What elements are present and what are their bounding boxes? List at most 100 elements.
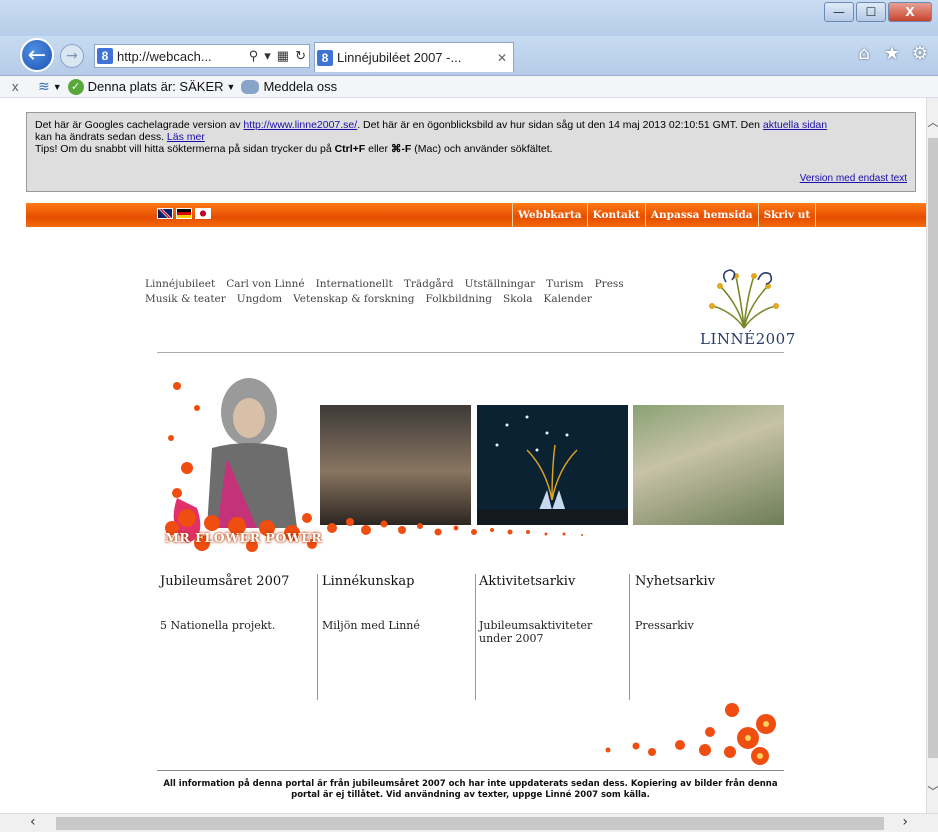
nav-linnejubileet[interactable]: Linnéjubileet — [145, 278, 215, 290]
girl-with-lamb-photo — [633, 405, 784, 525]
chevron-right-icon[interactable]: › — [902, 814, 908, 830]
orange-header-band: Webbkarta Kontakt Anpassa hemsida Skriv … — [26, 203, 926, 227]
nav-vetenskap[interactable]: Vetenskap & forskning — [293, 293, 414, 305]
star-icon[interactable]: ★ — [882, 44, 902, 64]
page-viewport: Det här är Googles cachelagrade version … — [0, 98, 926, 813]
close-button[interactable]: X — [888, 2, 932, 22]
shortcut-key: ⌘-F — [390, 143, 412, 155]
museum-display-photo — [320, 405, 471, 525]
people-icon — [241, 79, 260, 94]
fireworks-photo — [477, 405, 628, 525]
nav-kalender[interactable]: Kalender — [544, 293, 592, 305]
nav-ungdom[interactable]: Ungdom — [237, 293, 282, 305]
tab-active[interactable]: 8 Linnéjubiléet 2007 -... ✕ — [314, 42, 514, 72]
column-link[interactable]: Pressarkiv — [635, 619, 783, 632]
read-more-link[interactable]: Läs mer — [167, 131, 205, 143]
nav-row-1: Linnéjubileet Carl von Linné Internationel… — [145, 277, 665, 292]
gear-icon[interactable]: ⚙ — [910, 44, 930, 64]
chevron-up-icon[interactable]: ︿ — [927, 114, 938, 130]
back-button[interactable]: ← — [20, 38, 54, 72]
current-page-link[interactable]: aktuella sidan — [763, 119, 827, 131]
google-favicon-icon: 8 — [97, 48, 113, 64]
top-link-sitemap[interactable]: Webbkarta — [512, 203, 587, 227]
nav-carl-von-linne[interactable]: Carl von Linné — [226, 278, 304, 290]
top-link-print[interactable]: Skriv ut — [757, 203, 817, 227]
nav-skola[interactable]: Skola — [503, 293, 533, 305]
hero-banner[interactable]: MR FLOWER POWER — [157, 368, 784, 562]
minimize-button[interactable]: — — [824, 2, 854, 22]
top-links: Webbkarta Kontakt Anpassa hemsida Skriv … — [512, 203, 817, 227]
google-favicon-icon: 8 — [317, 49, 333, 66]
text-only-version-link[interactable]: Version med endast text — [800, 173, 907, 185]
vertical-scrollbar[interactable]: ︿ ﹀ — [926, 98, 938, 813]
chevron-down-icon[interactable]: ▼ — [227, 82, 236, 92]
column-nyhetsarkiv: Nyhetsarkiv Pressarkiv — [635, 574, 783, 700]
flower-trail-icon — [327, 518, 583, 536]
tips-text: (Mac) och använder sökfältet. — [411, 143, 553, 155]
nav-turism[interactable]: Turism — [546, 278, 584, 290]
section-columns: Jubileumsåret 2007 5 Nationella projekt.… — [157, 574, 784, 700]
refresh-icon[interactable]: ↻ — [295, 48, 306, 64]
footer-divider — [157, 770, 784, 771]
uk-flag-icon[interactable] — [157, 208, 173, 219]
cache-text: kan ha ändrats sedan dess. — [35, 131, 167, 143]
column-heading[interactable]: Jubileumsåret 2007 — [160, 574, 315, 589]
cache-line-1: Det här är Googles cachelagrade version … — [35, 119, 907, 131]
maximize-button[interactable]: ☐ — [856, 2, 886, 22]
address-bar[interactable]: 8 http://webcach... ⚲ ▾ ▦ ↻ — [94, 44, 310, 68]
site-status-label[interactable]: Denna plats är: SÄKER — [88, 79, 224, 94]
column-link[interactable]: Miljön med Linné — [322, 619, 472, 632]
japan-flag-icon[interactable] — [195, 208, 211, 219]
search-icon[interactable]: ⚲ — [249, 48, 259, 64]
logo-text[interactable]: LINNÉ2007 — [700, 330, 796, 348]
toolbar-close-button[interactable]: x — [12, 79, 26, 94]
nav-utstallningar[interactable]: Utställningar — [465, 278, 536, 290]
scroll-thumb[interactable] — [928, 138, 938, 758]
browser-window: — ☐ X ← → 8 http://webcach... ⚲ ▾ ▦ ↻ 8 … — [0, 0, 938, 832]
home-icon[interactable]: ⌂ — [854, 44, 874, 64]
scroll-thumb[interactable] — [56, 817, 884, 830]
tab-close-icon[interactable]: ✕ — [497, 51, 513, 65]
column-linnekunskap: Linnékunskap Miljön med Linné — [322, 574, 472, 700]
cache-tips: Tips! Om du snabbt vill hitta söktermern… — [35, 143, 907, 155]
column-link[interactable]: Jubileumsaktiviteter under 2007 — [479, 619, 627, 645]
chevron-down-icon[interactable]: ﹀ — [927, 783, 938, 799]
column-divider — [317, 574, 318, 700]
column-heading[interactable]: Nyhetsarkiv — [635, 574, 783, 589]
shield-check-icon: ✓ — [67, 78, 84, 95]
forward-arrow-icon: → — [66, 48, 78, 64]
navigation-bar: ← → 8 http://webcach... ⚲ ▾ ▦ ↻ 8 Linnéj… — [0, 36, 938, 76]
window-controls: — ☐ X — [824, 2, 932, 22]
banner-slogan: MR FLOWER POWER — [165, 530, 323, 545]
column-heading[interactable]: Linnékunskap — [322, 574, 472, 589]
main-navigation: Linnéjubileet Carl von Linné Internationel… — [145, 277, 665, 307]
browser-actions: ⌂ ★ ⚙ — [854, 44, 930, 64]
nav-folkbildning[interactable]: Folkbildning — [426, 293, 493, 305]
title-bar: — ☐ X — [0, 0, 938, 36]
tips-text: Tips! Om du snabbt vill hitta söktermern… — [35, 143, 335, 155]
horizontal-scrollbar[interactable]: ‹ › — [0, 813, 938, 832]
nav-musik-teater[interactable]: Musik & teater — [145, 293, 226, 305]
chevron-down-icon[interactable]: ▼ — [53, 82, 62, 92]
address-text[interactable]: http://webcach... — [117, 49, 246, 64]
original-url-link[interactable]: http://www.linne2007.se/ — [243, 119, 357, 131]
top-link-customize[interactable]: Anpassa hemsida — [644, 203, 758, 227]
nav-press[interactable]: Press — [595, 278, 624, 290]
compat-view-icon[interactable]: ▦ — [277, 48, 289, 64]
german-flag-icon[interactable] — [176, 208, 192, 219]
back-arrow-icon: ← — [27, 43, 47, 68]
report-link[interactable]: Meddela oss — [263, 79, 337, 94]
chevron-left-icon[interactable]: ‹ — [30, 814, 36, 830]
nav-tradgard[interactable]: Trädgård — [404, 278, 454, 290]
google-cache-notice: Det här är Googles cachelagrade version … — [26, 112, 916, 192]
chevron-down-icon[interactable]: ▾ — [264, 48, 271, 64]
forward-button[interactable]: → — [60, 44, 84, 68]
column-link[interactable]: 5 Nationella projekt. — [160, 619, 315, 632]
tips-text: eller — [365, 143, 391, 155]
addon-toolbar: x ≋ ▼ ✓ Denna plats är: SÄKER ▼ Meddela … — [0, 76, 938, 98]
wifi-icon[interactable]: ≋ — [38, 78, 50, 95]
top-link-contact[interactable]: Kontakt — [586, 203, 645, 227]
column-heading[interactable]: Aktivitetsarkiv — [479, 574, 627, 589]
nav-internationellt[interactable]: Internationellt — [316, 278, 393, 290]
tab-title: Linnéjubiléet 2007 -... — [337, 50, 462, 65]
